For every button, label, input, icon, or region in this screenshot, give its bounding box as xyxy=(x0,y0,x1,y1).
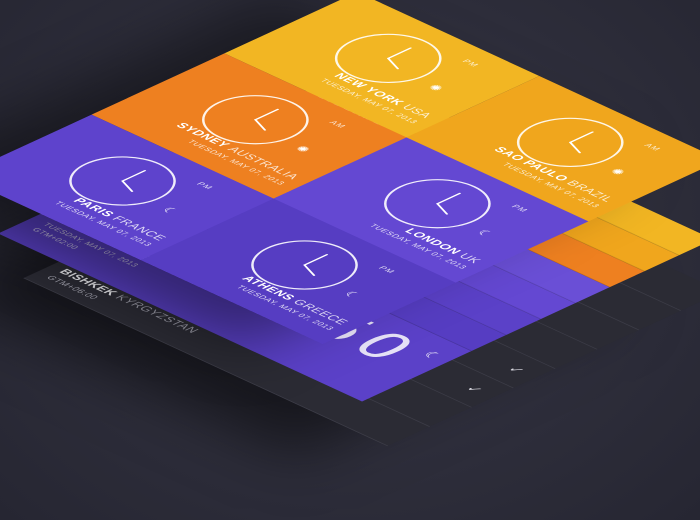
moon-icon: ☾ xyxy=(340,289,364,300)
ampm-label: PM xyxy=(376,265,398,275)
moon-icon: ☾ xyxy=(419,349,446,362)
ampm-label: AM xyxy=(642,142,664,153)
ampm-label: PM xyxy=(460,58,482,69)
moon-icon: ☾ xyxy=(158,205,182,216)
layered-mockup-scene: BELGRADE SERBIAGTM+01:00BELIZE CENTRALGT… xyxy=(0,0,700,520)
sun-icon: ✺ xyxy=(606,166,629,177)
sun-icon: ✺ xyxy=(424,82,447,93)
ampm-label: AM xyxy=(327,119,349,130)
ampm-label: PM xyxy=(194,181,216,191)
moon-icon: ☾ xyxy=(473,228,497,239)
ampm-label: PM xyxy=(509,203,531,214)
sun-icon: ✺ xyxy=(291,144,314,155)
